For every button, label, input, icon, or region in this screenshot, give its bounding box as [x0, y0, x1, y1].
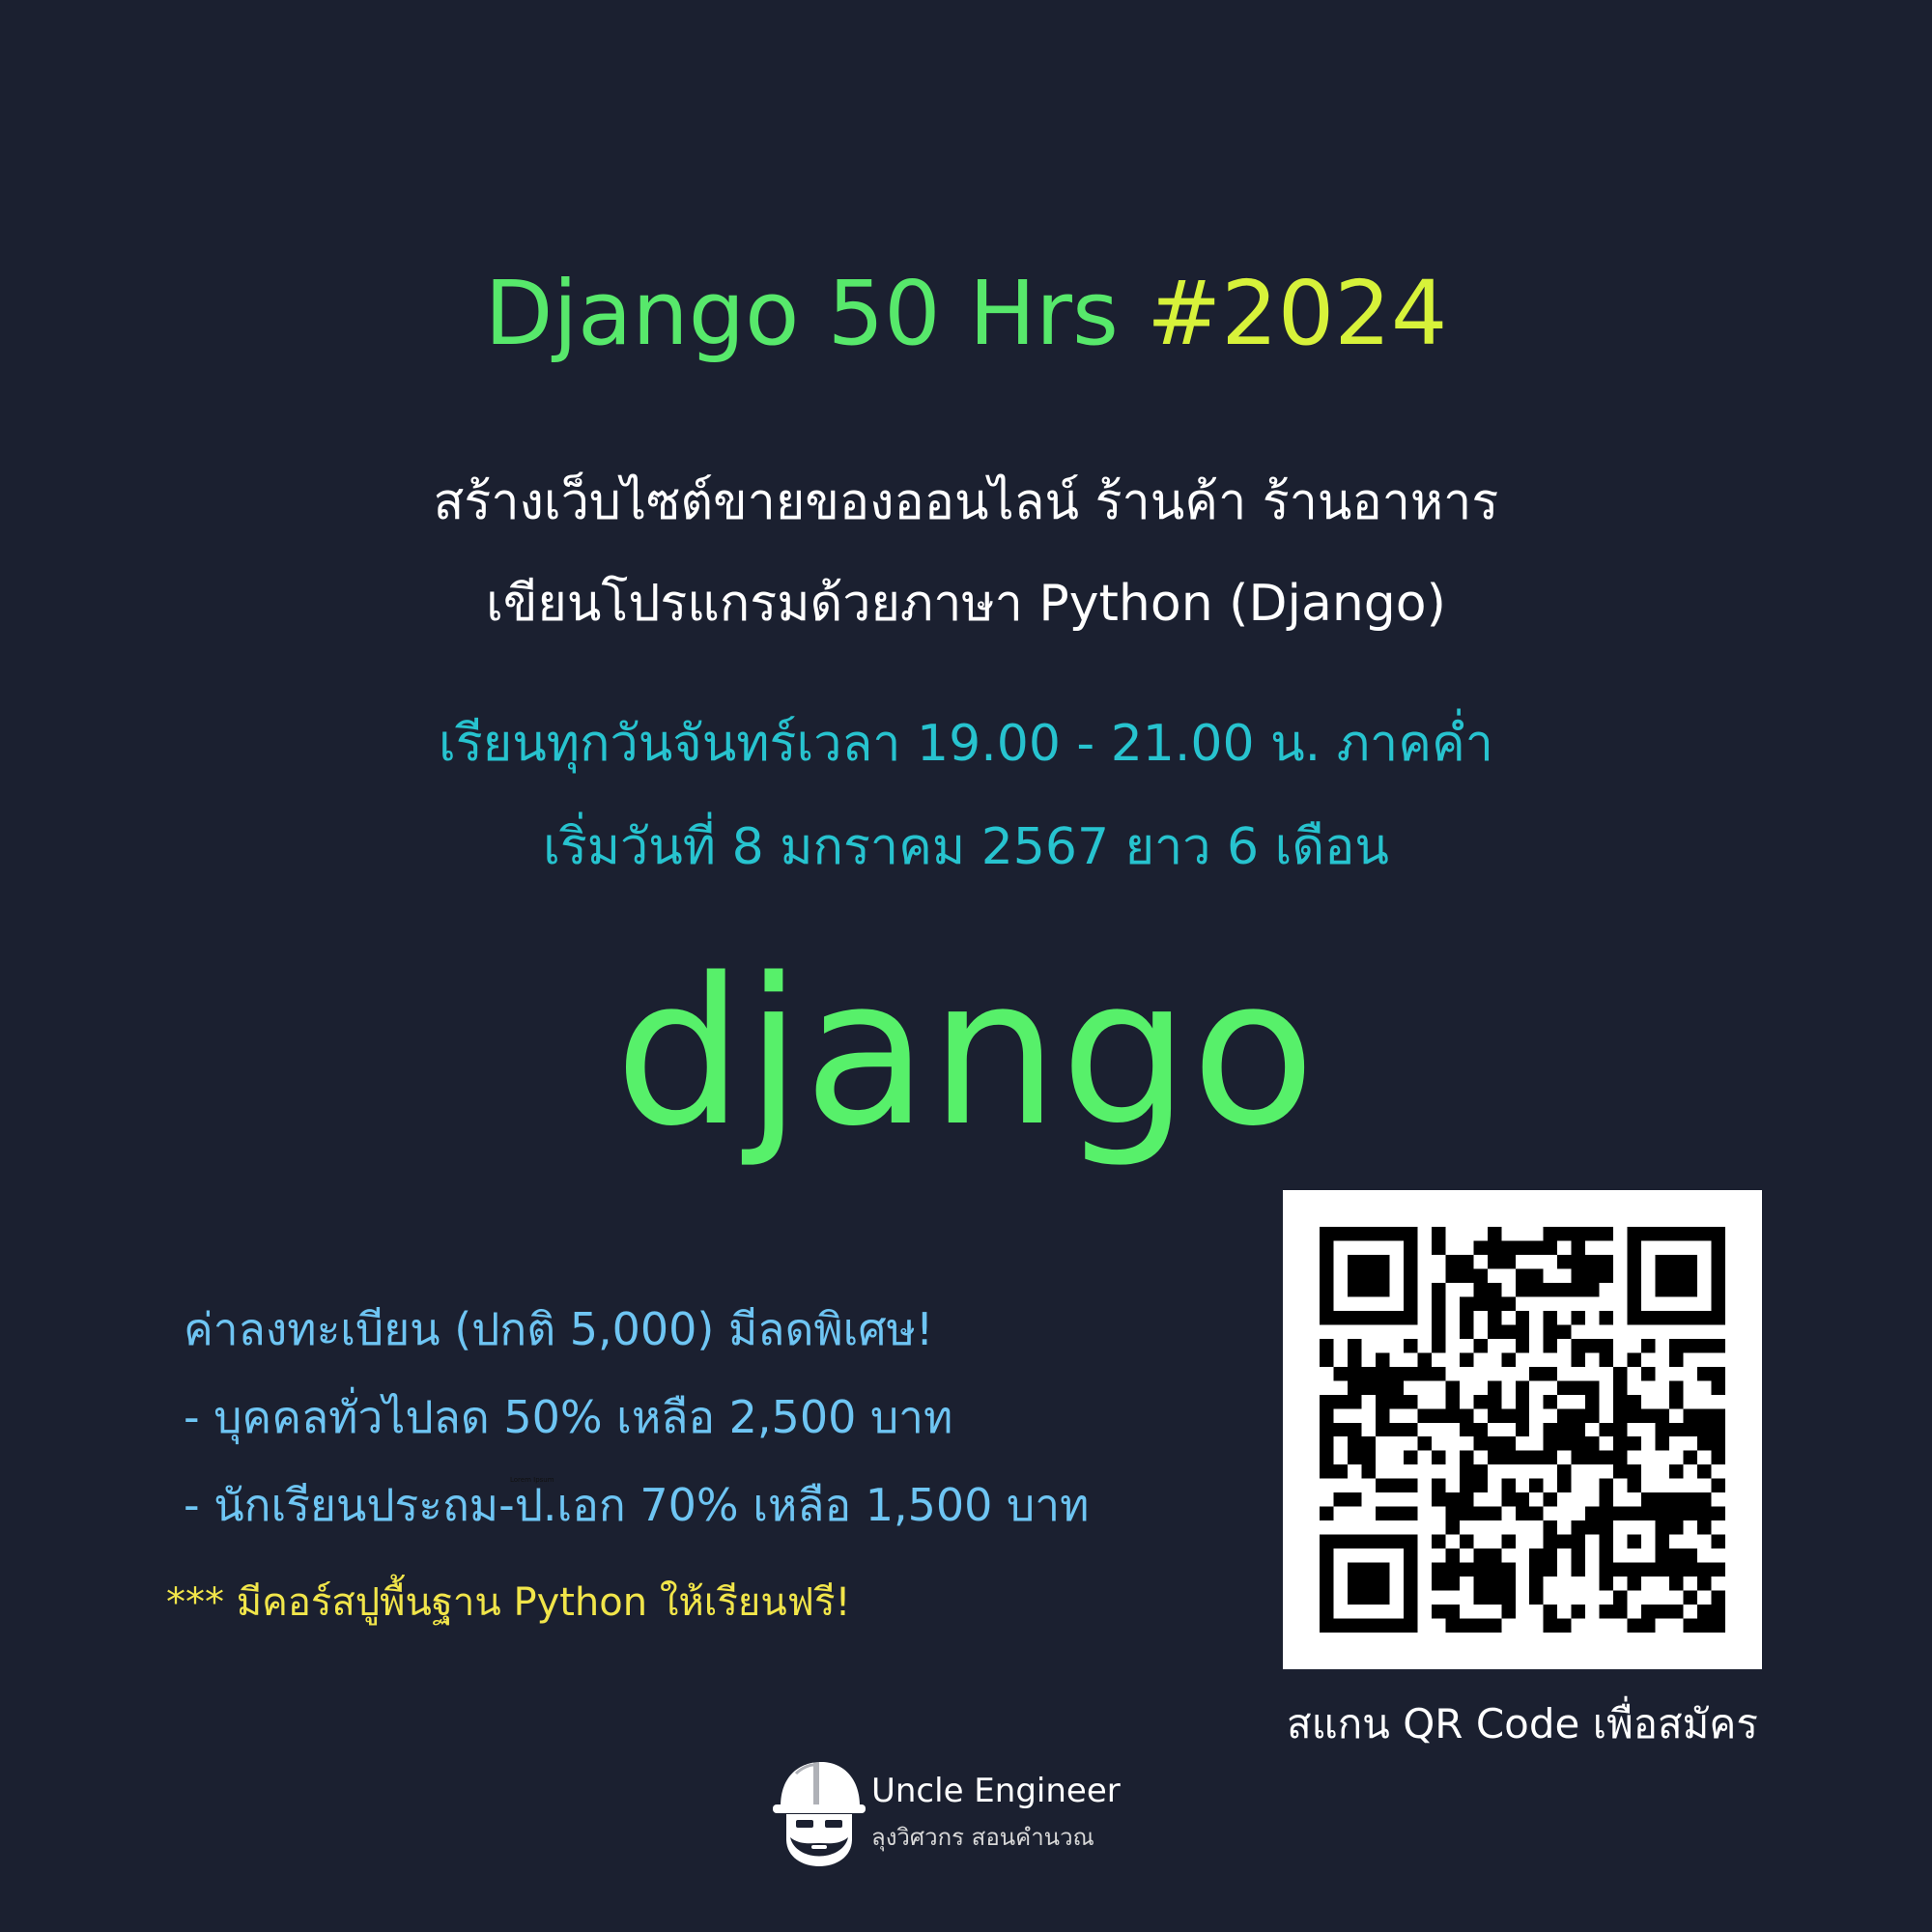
pricing-item-general: - บุคคลทั่วไปลด 50% เหลือ 2,500 บาท: [184, 1391, 953, 1443]
description-line-2: เขียนโปรแกรมด้วยภาษา Python (Django): [486, 575, 1446, 633]
page-title: Django 50 Hrs #2024: [0, 261, 1932, 367]
bonus-note: *** มีคอร์สปูพื้นฐาน Python ให้เรียนฟรี!: [166, 1580, 851, 1625]
brand-name: Uncle Engineer: [871, 1772, 1121, 1810]
qr-code[interactable]: [1283, 1190, 1762, 1669]
qr-caption: สแกน QR Code เพื่อสมัคร: [1287, 1700, 1758, 1747]
schedule-line-1: เรียนทุกวันจันทร์เวลา 19.00 - 21.00 น. ภ…: [439, 715, 1493, 773]
django-logo: django: [614, 934, 1318, 1171]
pricing-item-student: - นักเรียนประถม-ป.เอก 70% เหลือ 1,500 บา…: [184, 1479, 1090, 1531]
engineer-helmet-icon: [771, 1756, 867, 1870]
description-line-1: สร้างเว็บไซต์ขายของออนไลน์ ร้านค้า ร้านอ…: [433, 473, 1499, 531]
schedule-line-2: เริ่มวันที่ 8 มกราคม 2567 ยาว 6 เดือน: [543, 818, 1389, 876]
title-course-name: Django 50 Hrs: [484, 262, 1119, 365]
qr-code-icon: [1320, 1227, 1725, 1633]
title-year-tag: #2024: [1147, 262, 1448, 365]
brand-subtitle: ลุงวิศวกร สอนคำนวณ: [871, 1824, 1094, 1851]
pricing-heading: ค่าลงทะเบียน (ปกติ 5,000) มีลดพิเศษ!: [184, 1303, 934, 1355]
